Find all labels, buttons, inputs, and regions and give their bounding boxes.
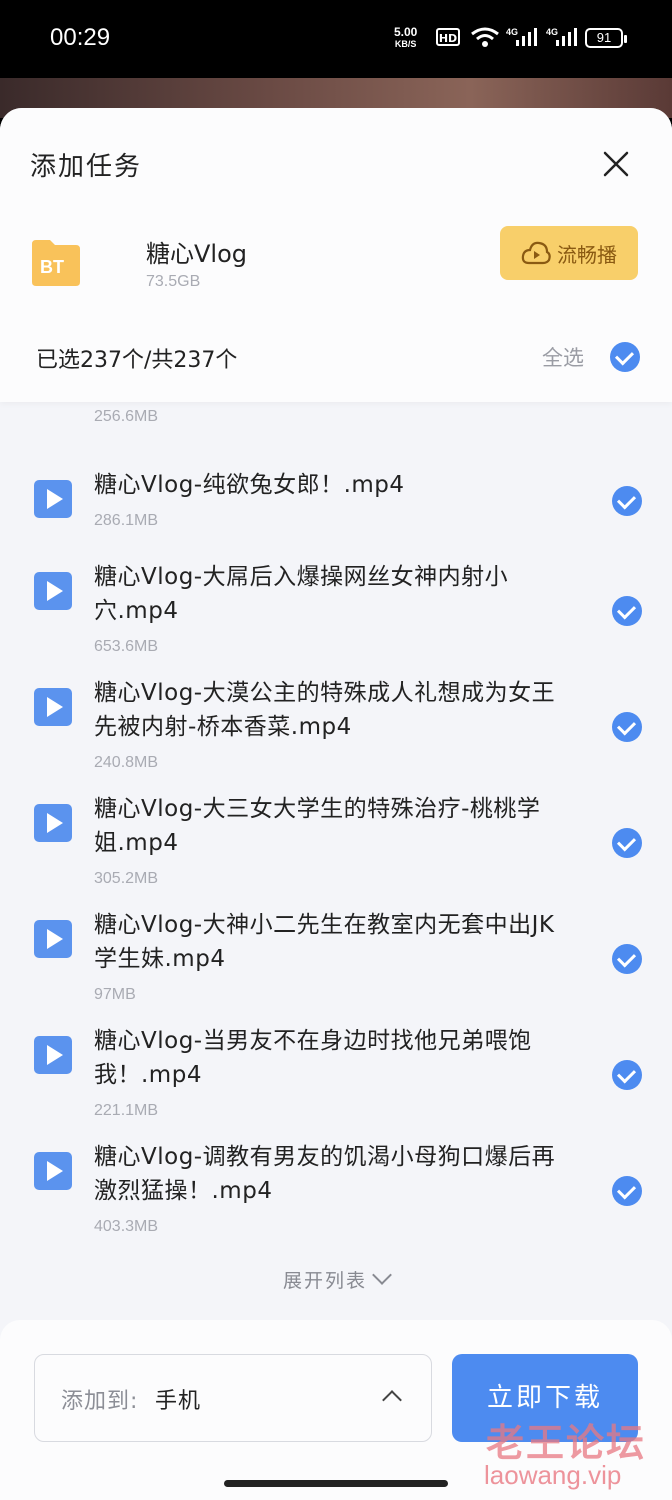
select-all-checkbox[interactable] [610,342,640,372]
file-name: 糖心Vlog-大神小二先生在教室内无套中出JK学生妹.mp4 [94,912,555,972]
file-size: 221.1MB [94,1102,159,1119]
sheet-header: 添加任务 BT 糖心Vlog 73.5GB 流畅播 已选237个/共237个 全… [0,108,672,402]
home-indicator[interactable] [224,1480,448,1487]
svg-text:4G: 4G [546,27,558,37]
bt-folder-icon: BT [32,240,80,286]
select-all-label[interactable]: 全选 [542,342,584,372]
file-size: 240.8MB [94,754,159,771]
network-speed: 5.00 KB/S [394,26,417,50]
video-file-icon [34,1152,72,1190]
watermark-text: 老王论坛 [486,1421,647,1465]
file-checkbox[interactable] [612,828,642,858]
status-time: 00:29 [50,24,111,51]
signal-4g-icon: 4G [546,27,577,46]
file-name: 糖心Vlog-纯欲兔女郎！.mp4 [94,472,405,498]
file-name: 糖心Vlog-大屌后入爆操网丝女神内射小穴.mp4 [94,564,509,624]
wifi-icon [471,27,499,47]
watermark-url: laowang.vip [484,1460,622,1490]
file-checkbox[interactable] [612,712,642,742]
video-file-icon [34,1036,72,1074]
torrent-size: 73.5GB [146,273,201,290]
video-file-icon [34,688,72,726]
smooth-play-button[interactable]: 流畅播 [500,226,638,280]
file-name: 糖心Vlog-调教有男友的饥渴小母狗口爆后再激烈猛操！.mp4 [94,1144,556,1204]
video-file-icon [34,480,72,518]
signal-4g-icon: 4G [506,27,537,46]
file-checkbox[interactable] [612,944,642,974]
file-size: 97MB [94,986,136,1003]
file-size: 653.6MB [94,638,159,655]
file-size: 403.3MB [94,1218,159,1235]
file-size: 256.6MB [94,408,159,425]
file-size: 305.2MB [94,870,159,887]
battery-icon: 91 [585,28,627,48]
video-file-icon [34,920,72,958]
file-checkbox[interactable] [612,1176,642,1206]
file-name: 糖心Vlog-当男友不在身边时找他兄弟喂饱我！.mp4 [94,1028,532,1088]
destination-selector[interactable]: 添加到: 手机 [34,1354,432,1442]
bt-icon-label: BT [40,257,64,277]
network-speed-unit: KB/S [394,39,417,49]
file-name: 糖心Vlog-大三女大学生的特殊治疗-桃桃学姐.mp4 [94,796,541,856]
video-file-icon [34,804,72,842]
file-name: 糖心Vlog-大漠公主的特殊成人礼想成为女王先被内射-桥本香菜.mp4 [94,680,556,740]
chevron-up-icon [382,1390,402,1410]
svg-text:4G: 4G [506,27,518,37]
smooth-play-label: 流畅播 [557,242,617,267]
cloud-play-icon [521,241,551,265]
selected-count: 已选237个/共237个 [36,348,238,373]
file-checkbox[interactable] [612,1060,642,1090]
file-size: 286.1MB [94,512,159,529]
destination-value: 手机 [155,1389,202,1414]
close-icon[interactable] [598,146,634,182]
destination-label: 添加到: [61,1389,139,1414]
torrent-name: 糖心Vlog [146,240,248,268]
file-checkbox[interactable] [612,486,642,516]
file-checkbox[interactable] [612,596,642,626]
chevron-down-icon [372,1265,392,1285]
page-title: 添加任务 [30,152,143,182]
expand-list-label: 展开列表 [282,1270,367,1292]
expand-list-button[interactable]: 展开列表 [0,1265,672,1293]
add-task-sheet: 添加任务 BT 糖心Vlog 73.5GB 流畅播 已选237个/共237个 全… [0,108,672,1500]
video-file-icon [34,572,72,610]
network-speed-value: 5.00 [394,25,418,39]
status-bar: 00:29 5.00 KB/S HD 4G 4G 91 [0,0,672,78]
hd-icon: HD [436,28,460,46]
